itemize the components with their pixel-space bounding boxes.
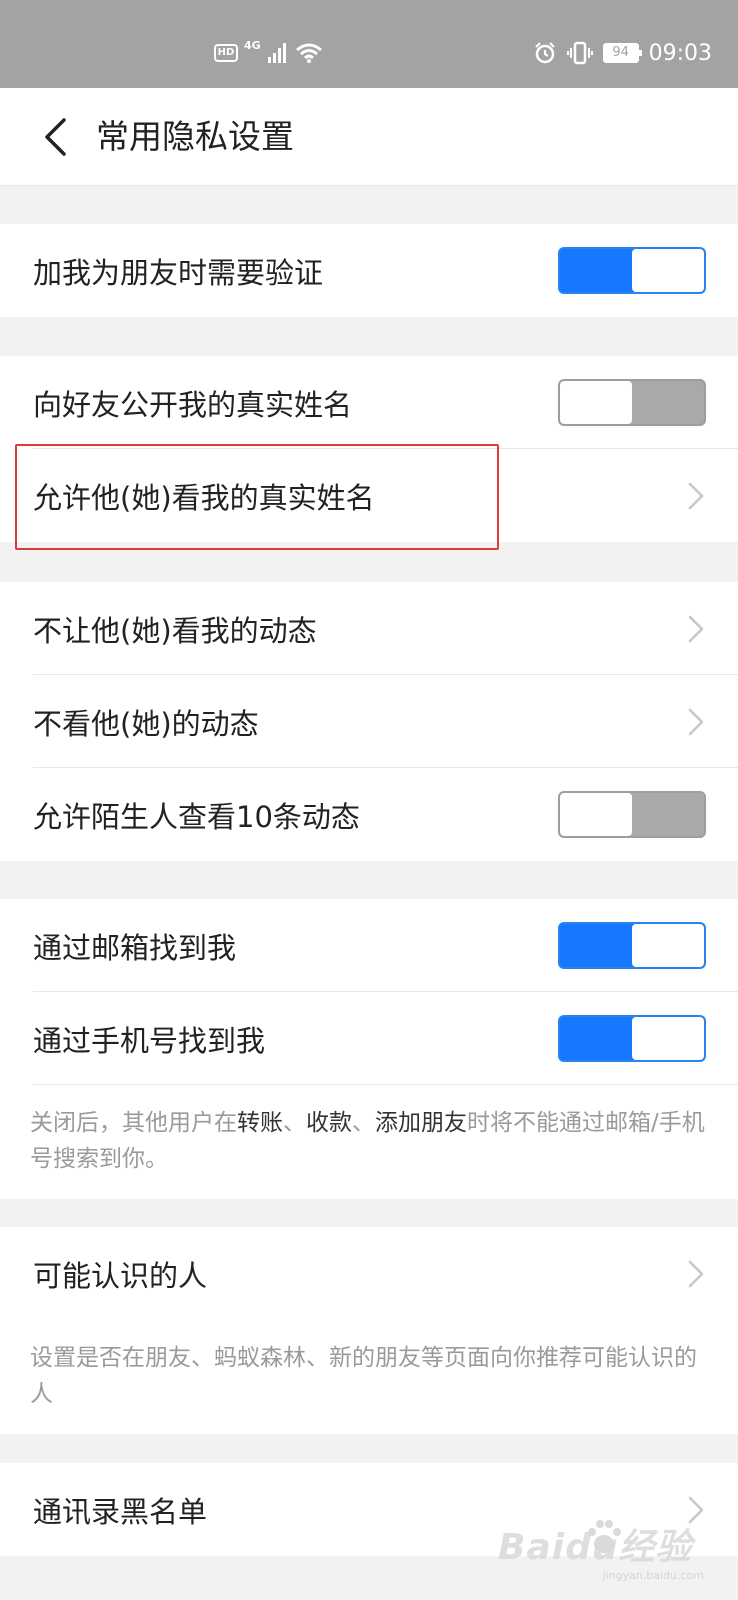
find-by-phone-label: 通过手机号找到我	[33, 1023, 266, 1058]
chevron-right-icon	[688, 1260, 704, 1288]
people-may-know-note: 设置是否在朋友、蚂蚁森林、新的朋友等页面向你推荐可能认识的人	[30, 1345, 697, 1407]
stranger-moments-label: 允许陌生人查看10条动态	[33, 799, 360, 834]
note-text: 关闭后，其他用户在	[30, 1110, 237, 1136]
people-may-know-label: 可能认识的人	[33, 1258, 208, 1293]
chevron-right-icon	[688, 482, 704, 510]
row-people-may-know[interactable]: 可能认识的人	[0, 1227, 738, 1320]
status-left: HD 4G	[214, 38, 323, 68]
watermark-url: jingyan.baidu.com	[602, 1569, 704, 1582]
paw-icon	[588, 1520, 621, 1553]
group-people-may-know: 可能认识的人 设置是否在朋友、蚂蚁森林、新的朋友等页面向你推荐可能认识的人	[0, 1227, 738, 1434]
find-by-phone-toggle[interactable]	[558, 1015, 706, 1062]
find-by-email-label: 通过邮箱找到我	[33, 930, 237, 965]
chevron-right-icon	[688, 615, 704, 643]
back-button[interactable]	[28, 110, 82, 164]
show-real-name-label: 向好友公开我的真实姓名	[33, 387, 353, 422]
find-me-note: 关闭后，其他用户在转账、收款、添加朋友时将不能通过邮箱/手机号搜索到你。	[0, 1085, 738, 1199]
battery-icon: 94	[602, 43, 642, 63]
row-verify-friend: 加我为朋友时需要验证	[0, 224, 738, 317]
hide-my-moments-label: 不让他(她)看我的动态	[33, 613, 317, 648]
signal-icon	[267, 43, 286, 63]
vibrate-icon	[566, 41, 593, 65]
status-right: 94 09:03	[533, 36, 712, 70]
verify-friend-label: 加我为朋友时需要验证	[33, 255, 324, 290]
verify-friend-toggle[interactable]	[558, 247, 706, 294]
chevron-left-icon	[45, 118, 66, 156]
toggle-knob	[632, 249, 704, 292]
row-find-by-phone: 通过手机号找到我	[0, 992, 738, 1085]
row-stranger-moments: 允许陌生人查看10条动态	[0, 768, 738, 861]
group-find-me: 通过邮箱找到我 通过手机号找到我 关闭后，其他用户在转账、收款、添加朋友时将不能…	[0, 899, 738, 1199]
row-find-by-email: 通过邮箱找到我	[0, 899, 738, 992]
group-moments: 不让他(她)看我的动态 不看他(她)的动态 允许陌生人查看10条动态	[0, 582, 738, 861]
chevron-right-icon	[688, 708, 704, 736]
hide-their-moments-label: 不看他(她)的动态	[33, 706, 259, 741]
clock: 09:03	[648, 40, 712, 66]
highlight-annotation-box	[15, 444, 499, 550]
toggle-knob	[560, 793, 632, 836]
alarm-icon	[534, 42, 555, 64]
group-verification: 加我为朋友时需要验证	[0, 224, 738, 317]
note-highlight-add-friend: 添加朋友	[375, 1110, 467, 1136]
network-type: 4G	[244, 38, 261, 52]
top-navigation-bar: 常用隐私设置	[0, 88, 738, 186]
hd-icon: HD	[214, 44, 238, 62]
note-highlight-transfer: 转账	[237, 1110, 283, 1136]
toggle-knob	[632, 924, 704, 967]
contact-blacklist-label: 通讯录黑名单	[33, 1494, 208, 1529]
row-hide-my-moments[interactable]: 不让他(她)看我的动态	[0, 582, 738, 675]
stranger-moments-toggle[interactable]	[558, 791, 706, 838]
toggle-knob	[632, 1017, 704, 1060]
page-title: 常用隐私设置	[96, 117, 294, 156]
row-show-real-name: 向好友公开我的真实姓名	[0, 356, 738, 449]
note-separator: 、	[283, 1110, 306, 1136]
baidu-watermark: Baidu经验 jingyan.baidu.com	[498, 1512, 708, 1582]
status-bar: HD 4G 94 09:03	[0, 0, 738, 88]
row-hide-their-moments[interactable]: 不看他(她)的动态	[0, 675, 738, 768]
find-by-email-toggle[interactable]	[558, 922, 706, 969]
note-highlight-receive: 收款	[306, 1110, 352, 1136]
toggle-knob	[560, 381, 632, 424]
note-separator: 、	[352, 1110, 375, 1136]
wifi-icon	[295, 43, 322, 63]
show-real-name-toggle[interactable]	[558, 379, 706, 426]
